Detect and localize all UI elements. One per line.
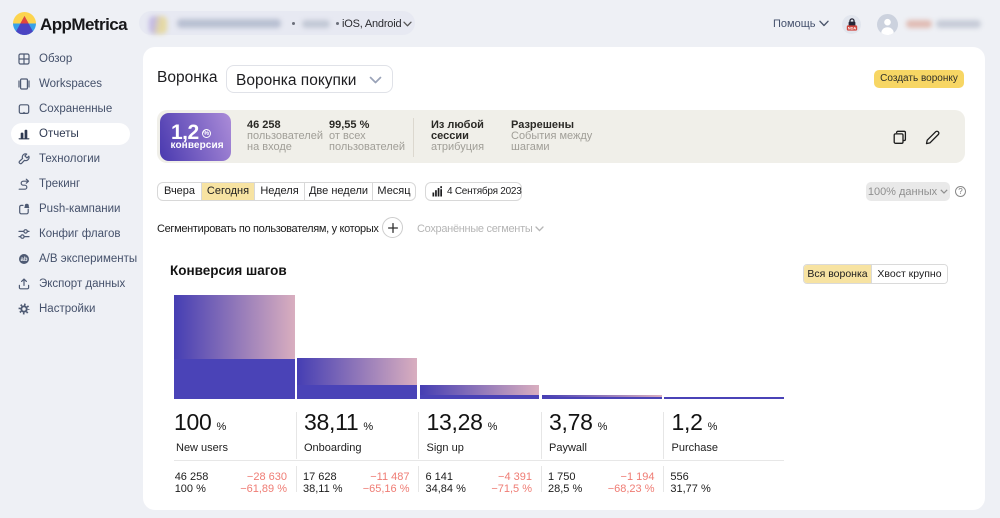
svg-text:NDA: NDA [847,25,856,30]
svg-text:ab: ab [20,257,27,263]
